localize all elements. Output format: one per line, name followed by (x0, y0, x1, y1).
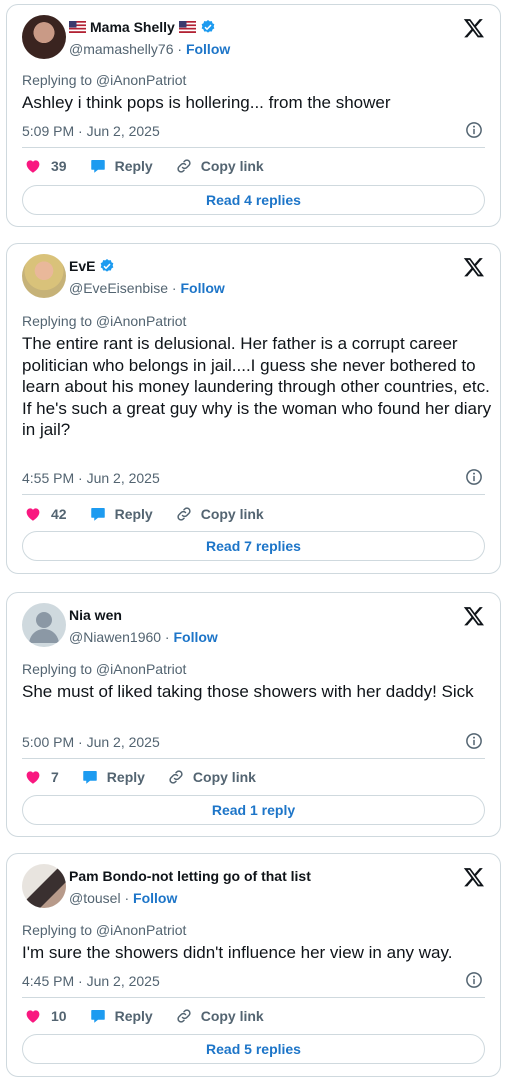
reply-button[interactable]: Reply (89, 157, 153, 175)
tweet-card: Pam Bondo-not letting go of that list @t… (6, 853, 501, 1077)
copy-link-button[interactable]: Copy link (175, 505, 264, 523)
avatar[interactable] (22, 254, 66, 298)
link-icon (177, 1009, 191, 1023)
verified-badge-icon (201, 20, 215, 33)
user-handle[interactable]: @tousel (69, 890, 121, 906)
tweet-text: She must of liked taking those showers w… (22, 682, 474, 701)
link-icon (177, 507, 191, 521)
timestamp[interactable]: 4:55 PM · Jun 2, 2025 (22, 470, 160, 486)
divider (22, 758, 485, 759)
reply-label: Reply (114, 158, 153, 174)
tweet-text: Ashley i think pops is hollering... from… (22, 93, 391, 112)
reply-bubble-icon (90, 160, 105, 173)
us-flag-icon (178, 21, 196, 33)
like-count: 7 (51, 769, 59, 785)
display-name[interactable]: Nia wen (69, 607, 122, 623)
x-logo-icon[interactable] (463, 17, 485, 39)
copy-link-button[interactable]: Copy link (167, 768, 256, 786)
heart-icon (26, 771, 40, 784)
x-logo-icon[interactable] (463, 605, 485, 627)
x-logo-icon[interactable] (463, 256, 485, 278)
follow-button[interactable]: Follow (181, 280, 225, 296)
user-handle[interactable]: @EveEisenbise (69, 280, 168, 296)
avatar[interactable] (22, 864, 66, 908)
like-button[interactable]: 7 (24, 768, 59, 786)
read-replies-button[interactable]: Read 4 replies (22, 185, 485, 215)
reply-button[interactable]: Reply (89, 505, 153, 523)
reply-label: Reply (114, 1008, 153, 1024)
like-button[interactable]: 10 (24, 1007, 67, 1025)
copy-link-button[interactable]: Copy link (175, 1007, 264, 1025)
timestamp[interactable]: 5:00 PM · Jun 2, 2025 (22, 734, 160, 750)
like-button[interactable]: 39 (24, 157, 67, 175)
like-button[interactable]: 42 (24, 505, 67, 523)
follow-button[interactable]: Follow (133, 890, 177, 906)
copy-link-label: Copy link (200, 1008, 264, 1024)
tweet-text: The entire rant is delusional. Her fathe… (22, 334, 492, 439)
reply-bubble-icon (90, 508, 105, 521)
info-icon[interactable] (465, 121, 483, 139)
reply-bubble-icon (83, 771, 97, 784)
divider (22, 494, 485, 495)
reply-bubble-icon (90, 1010, 105, 1023)
replying-to: Replying to @iAnonPatriot (22, 72, 187, 88)
display-name[interactable]: EvE (69, 258, 95, 274)
link-icon (169, 770, 183, 784)
copy-link-label: Copy link (200, 158, 264, 174)
user-handle[interactable]: @mamashelly76 (69, 41, 173, 57)
read-replies-button[interactable]: Read 7 replies (22, 531, 485, 561)
read-replies-button[interactable]: Read 5 replies (22, 1034, 485, 1064)
like-count: 39 (51, 158, 67, 174)
divider (22, 147, 485, 148)
reply-label: Reply (114, 506, 153, 522)
info-icon[interactable] (465, 732, 483, 750)
display-name[interactable]: Mama Shelly (90, 19, 175, 35)
us-flag-icon (69, 21, 86, 33)
tweet-card: Mama Shelly @mamashelly76 · Follow Reply… (6, 4, 501, 227)
copy-link-button[interactable]: Copy link (175, 157, 264, 175)
read-replies-button[interactable]: Read 1 reply (22, 795, 485, 825)
heart-icon (26, 1010, 40, 1023)
follow-button[interactable]: Follow (174, 629, 218, 645)
avatar[interactable] (22, 603, 66, 647)
replying-to: Replying to @iAnonPatriot (22, 661, 187, 677)
reply-button[interactable]: Reply (89, 1007, 153, 1025)
like-count: 42 (51, 506, 67, 522)
info-icon[interactable] (465, 971, 483, 989)
tweet-text: I'm sure the showers didn't influence he… (22, 943, 453, 962)
display-name[interactable]: Pam Bondo-not letting go of that list (69, 868, 311, 884)
link-icon (177, 159, 191, 173)
verified-badge-icon (101, 259, 114, 272)
like-count: 10 (51, 1008, 67, 1024)
info-icon[interactable] (465, 468, 483, 486)
default-avatar-icon (29, 612, 59, 643)
divider (22, 997, 485, 998)
timestamp[interactable]: 4:45 PM · Jun 2, 2025 (22, 973, 160, 989)
reply-button[interactable]: Reply (81, 768, 145, 786)
x-logo-icon[interactable] (463, 866, 485, 888)
reply-label: Reply (106, 769, 145, 785)
user-handle[interactable]: @Niawen1960 (69, 629, 161, 645)
follow-button[interactable]: Follow (186, 41, 230, 57)
heart-icon (26, 160, 40, 173)
tweet-card: Nia wen @Niawen1960 · Follow Replying to… (6, 592, 501, 837)
timestamp[interactable]: 5:09 PM · Jun 2, 2025 (22, 123, 160, 139)
copy-link-label: Copy link (192, 769, 256, 785)
tweet-card: EvE @EveEisenbise · Follow Replying to @… (6, 243, 501, 574)
avatar[interactable] (22, 15, 66, 59)
copy-link-label: Copy link (200, 506, 264, 522)
replying-to: Replying to @iAnonPatriot (22, 922, 187, 938)
heart-icon (26, 508, 40, 521)
replying-to: Replying to @iAnonPatriot (22, 313, 187, 329)
